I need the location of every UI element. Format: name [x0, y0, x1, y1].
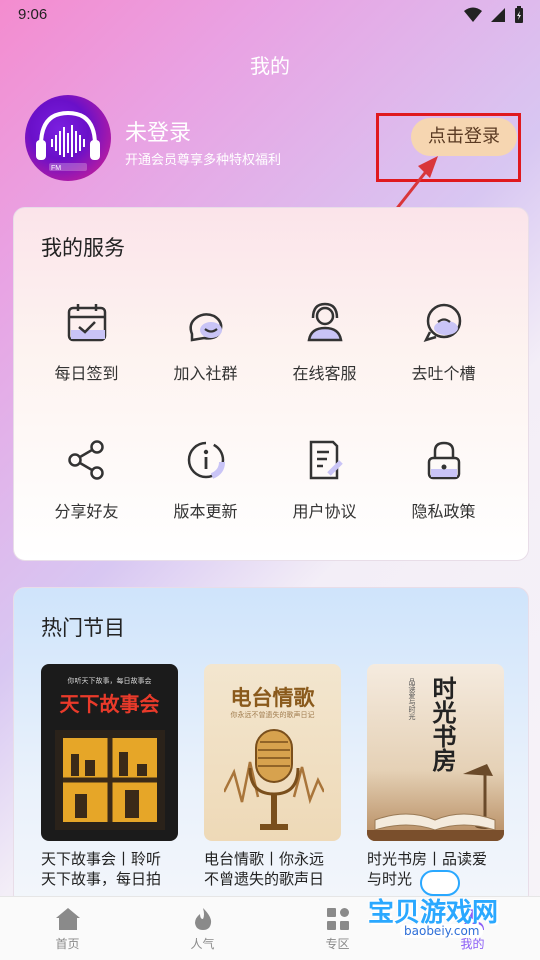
signal-icon	[491, 8, 505, 22]
service-privacy-policy[interactable]: 隐私政策	[384, 436, 503, 522]
cover-tagline: 品读爱与时光	[408, 678, 416, 720]
service-online-support[interactable]: 在线客服	[265, 298, 384, 384]
cover-tagline: 你永远不曾遗失的歌声日记	[230, 711, 315, 719]
cover-tagline: 你听天下故事，每日故事会	[67, 677, 152, 685]
battery-icon	[515, 6, 523, 23]
headphones-icon: FM	[36, 110, 100, 172]
service-label: 每日签到	[54, 364, 119, 383]
service-label: 加入社群	[173, 364, 238, 383]
services-title: 我的服务	[41, 236, 125, 260]
window-illustration	[55, 730, 165, 830]
cover-title: 时光书房	[428, 676, 457, 772]
service-label: 分享好友	[54, 502, 119, 521]
microphone-illustration	[224, 729, 324, 830]
home-icon	[55, 908, 80, 930]
page-title: 我的	[250, 54, 290, 78]
document-icon	[301, 436, 349, 484]
tab-popular[interactable]: 人气	[135, 897, 270, 960]
vip-promo-text: 开通会员尊享多种特权福利	[125, 153, 282, 168]
program-title[interactable]: 电台情歌丨你永远 不曾遗失的歌声日	[204, 849, 341, 889]
service-label: 用户协议	[292, 502, 357, 521]
title-line: 天下故事会丨聆听	[41, 850, 162, 868]
service-user-agreement[interactable]: 用户协议	[265, 436, 384, 522]
title-line: 时光书房丨品读爱	[367, 850, 488, 868]
tab-label: 人气	[190, 937, 215, 951]
tab-home[interactable]: 首页	[0, 897, 135, 960]
chat-bubbles-icon	[182, 298, 230, 346]
tab-label: 首页	[55, 937, 80, 951]
lock-icon	[420, 436, 468, 484]
title-line: 不曾遗失的歌声日	[204, 870, 325, 888]
cover-title: 天下故事会	[59, 692, 160, 716]
service-label: 在线客服	[292, 364, 357, 383]
program-cover[interactable]: 电台情歌 你永远不曾遗失的歌声日记	[204, 664, 341, 841]
book-lamp-illustration	[367, 764, 504, 841]
service-label: 去吐个槽	[411, 364, 476, 383]
info-circle-icon	[182, 436, 230, 484]
services-card: 我的服务 每日签到 加入社群 在线客服 去吐个槽 分享好友 版本更新 用户协议 …	[13, 207, 529, 561]
service-label: 隐私政策	[411, 502, 476, 521]
program-cover[interactable]: 你听天下故事，每日故事会 天下故事会	[41, 664, 178, 841]
status-icons	[464, 6, 524, 24]
service-version-update[interactable]: 版本更新	[146, 436, 265, 522]
services-grid: 每日签到 加入社群 在线客服 去吐个槽 分享好友 版本更新 用户协议 隐私政策	[27, 298, 503, 522]
avatar[interactable]: FM	[25, 95, 111, 181]
watermark-url: baobeiy.com	[400, 924, 484, 938]
title-line: 电台情歌丨你永远	[204, 850, 325, 868]
program-cover[interactable]: 品读爱与时光 时光书房	[367, 664, 504, 841]
program-item[interactable]: 品读爱与时光 时光书房 时光书房丨品读爱 与时光	[367, 664, 504, 889]
service-share[interactable]: 分享好友	[27, 436, 146, 522]
service-label: 版本更新	[173, 502, 238, 521]
login-status: 未登录	[125, 121, 192, 146]
feedback-bubble-icon	[420, 298, 468, 346]
clock: 9:06	[18, 6, 48, 23]
cover-title: 电台情歌	[230, 685, 315, 710]
program-title[interactable]: 天下故事会丨聆听 天下故事，每日拍	[41, 849, 178, 889]
watermark: 宝贝游戏网 baobeiy.com	[364, 868, 514, 954]
hot-programs-card: 热门节目 你听天下故事，每日故事会 天下故事会 天下故事会丨聆听 天下故事，每日…	[13, 587, 529, 907]
wifi-icon	[464, 7, 482, 22]
calendar-check-icon	[63, 298, 111, 346]
status-bar: 9:06	[0, 0, 540, 32]
svg-text:FM: FM	[51, 165, 61, 172]
program-item[interactable]: 你听天下故事，每日故事会 天下故事会 天下故事会丨聆听 天下故事，每日拍	[41, 664, 178, 889]
flame-icon	[194, 908, 211, 930]
service-daily-checkin[interactable]: 每日签到	[27, 298, 146, 384]
tab-label: 专区	[325, 937, 350, 951]
grid-icon	[326, 908, 349, 930]
program-list: 你听天下故事，每日故事会 天下故事会 天下故事会丨聆听 天下故事，每日拍 电台情…	[41, 664, 504, 889]
headset-agent-icon	[301, 298, 349, 346]
service-feedback[interactable]: 去吐个槽	[384, 298, 503, 384]
hot-programs-title: 热门节目	[41, 616, 125, 640]
title-line: 天下故事，每日拍	[41, 870, 162, 888]
program-item[interactable]: 电台情歌 你永远不曾遗失的歌声日记 电台情歌丨你永远 不曾遗失的歌声日	[204, 664, 341, 889]
service-join-group[interactable]: 加入社群	[146, 298, 265, 384]
share-icon	[63, 436, 111, 484]
